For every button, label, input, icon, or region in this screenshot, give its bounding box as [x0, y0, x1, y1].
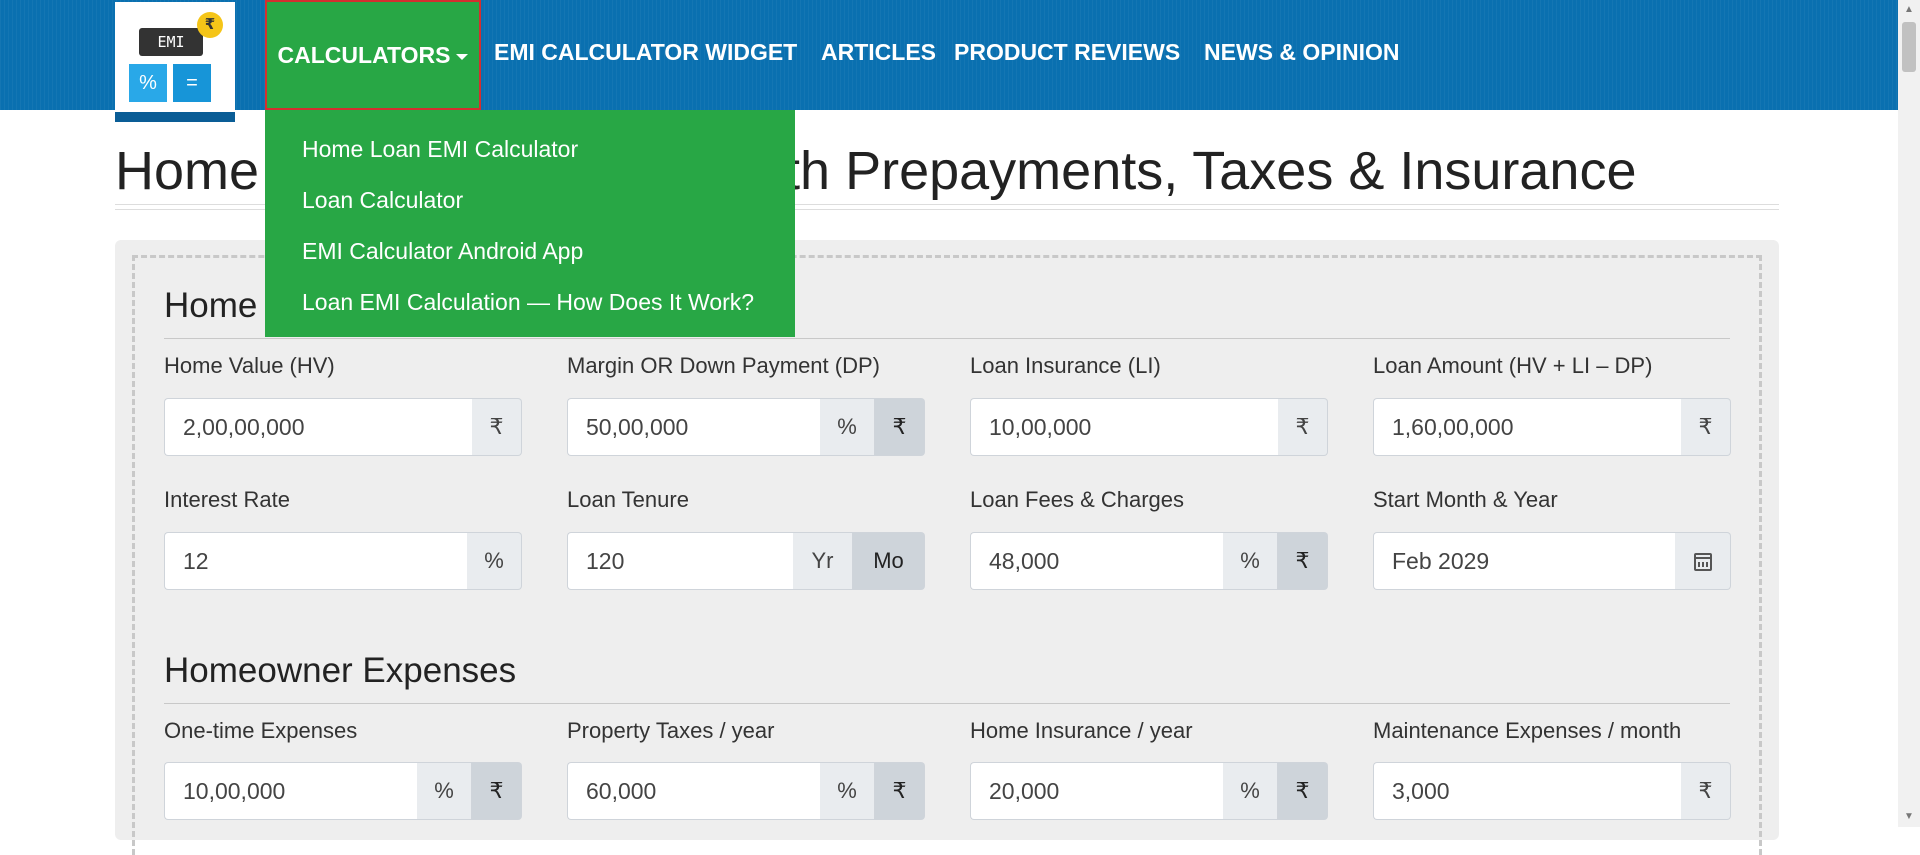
- page-title-start: Home: [115, 141, 260, 201]
- section-divider: [164, 703, 1730, 704]
- section-title-home-loan: Home: [164, 286, 258, 325]
- down-payment-input[interactable]: [567, 398, 820, 456]
- caret-down-icon: [456, 53, 469, 60]
- loan-insurance-label: Loan Insurance (LI): [970, 353, 1161, 378]
- nav-calculators-label: CALCULATORS: [277, 42, 451, 68]
- one-time-expenses-input[interactable]: [164, 762, 417, 820]
- loan-amount-group: ₹: [1373, 398, 1731, 456]
- section-divider: [164, 338, 1730, 339]
- down-payment-rupee-toggle[interactable]: ₹: [875, 398, 925, 456]
- home-insurance-percent-toggle[interactable]: %: [1223, 762, 1278, 820]
- calculators-dropdown-menu: Home Loan EMI Calculator Loan Calculator…: [265, 110, 795, 337]
- logo-screen: EMI: [139, 28, 203, 56]
- nav-news-opinion[interactable]: NEWS & OPINION: [1204, 0, 1400, 110]
- rupee-addon: ₹: [472, 398, 522, 456]
- loan-fees-percent-toggle[interactable]: %: [1223, 532, 1278, 590]
- interest-rate-group: %: [164, 532, 522, 590]
- property-taxes-percent-toggle[interactable]: %: [820, 762, 875, 820]
- interest-rate-input[interactable]: [164, 532, 467, 590]
- dropdown-item-loan-emi-calculation-how[interactable]: Loan EMI Calculation — How Does It Work?: [265, 277, 795, 328]
- percent-key-icon: %: [129, 64, 167, 102]
- equals-key-icon: =: [173, 64, 211, 102]
- rupee-addon: ₹: [1681, 398, 1731, 456]
- property-taxes-group: % ₹: [567, 762, 925, 820]
- home-value-input[interactable]: [164, 398, 472, 456]
- loan-amount-input[interactable]: [1373, 398, 1681, 456]
- loan-insurance-input[interactable]: [970, 398, 1278, 456]
- home-value-group: ₹: [164, 398, 522, 456]
- section-title-homeowner-expenses: Homeowner Expenses: [164, 651, 517, 690]
- scroll-up-arrow-icon[interactable]: ▲: [1898, 2, 1920, 18]
- property-taxes-label: Property Taxes / year: [567, 718, 775, 743]
- maintenance-expenses-label: Maintenance Expenses / month: [1373, 718, 1682, 743]
- rupee-addon: ₹: [1278, 398, 1328, 456]
- vertical-scrollbar[interactable]: ▲ ▼: [1898, 0, 1920, 827]
- start-month-input[interactable]: [1373, 532, 1675, 590]
- down-payment-label: Margin OR Down Payment (DP): [567, 353, 880, 378]
- nav-product-reviews[interactable]: PRODUCT REVIEWS: [954, 0, 1180, 110]
- home-insurance-input[interactable]: [970, 762, 1223, 820]
- start-month-label: Start Month & Year: [1373, 487, 1558, 512]
- scroll-down-arrow-icon[interactable]: ▼: [1898, 809, 1920, 825]
- dropdown-item-emi-calculator-android-app[interactable]: EMI Calculator Android App: [265, 226, 795, 277]
- one-time-expenses-label: One-time Expenses: [164, 718, 358, 743]
- tenure-years-toggle[interactable]: Yr: [793, 532, 853, 590]
- home-insurance-label: Home Insurance / year: [970, 718, 1193, 743]
- property-taxes-rupee-toggle[interactable]: ₹: [875, 762, 925, 820]
- tenure-months-toggle[interactable]: Mo: [853, 532, 925, 590]
- nav-calculators[interactable]: CALCULATORS: [265, 0, 481, 110]
- dropdown-item-loan-calculator[interactable]: Loan Calculator: [265, 175, 795, 226]
- loan-insurance-group: ₹: [970, 398, 1328, 456]
- one-time-rupee-toggle[interactable]: ₹: [472, 762, 522, 820]
- rupee-addon: ₹: [1681, 762, 1731, 820]
- home-insurance-rupee-toggle[interactable]: ₹: [1278, 762, 1328, 820]
- loan-amount-label: Loan Amount (HV + LI – DP): [1373, 353, 1653, 378]
- home-insurance-group: % ₹: [970, 762, 1328, 820]
- one-time-percent-toggle[interactable]: %: [417, 762, 472, 820]
- loan-tenure-group: Yr Mo: [567, 532, 925, 590]
- interest-rate-label: Interest Rate: [164, 487, 290, 512]
- page-title-end: with Prepayments, Taxes & Insurance: [734, 141, 1637, 201]
- dropdown-item-home-loan-emi-calculator[interactable]: Home Loan EMI Calculator: [265, 124, 795, 175]
- loan-tenure-input[interactable]: [567, 532, 793, 590]
- maintenance-expenses-input[interactable]: [1373, 762, 1681, 820]
- nav-articles[interactable]: ARTICLES: [821, 0, 936, 110]
- maintenance-expenses-group: ₹: [1373, 762, 1731, 820]
- site-logo[interactable]: EMI ₹ % =: [115, 2, 235, 122]
- down-payment-group: % ₹: [567, 398, 925, 456]
- home-value-label: Home Value (HV): [164, 353, 335, 378]
- percent-addon: %: [467, 532, 522, 590]
- scrollbar-thumb[interactable]: [1902, 22, 1916, 72]
- one-time-expenses-group: % ₹: [164, 762, 522, 820]
- loan-fees-group: % ₹: [970, 532, 1328, 590]
- loan-fees-label: Loan Fees & Charges: [970, 487, 1185, 512]
- loan-tenure-label: Loan Tenure: [567, 487, 689, 512]
- property-taxes-input[interactable]: [567, 762, 820, 820]
- loan-fees-input[interactable]: [970, 532, 1223, 590]
- rupee-coin-icon: ₹: [197, 12, 223, 38]
- calendar-button[interactable]: [1675, 532, 1731, 590]
- loan-fees-rupee-toggle[interactable]: ₹: [1278, 532, 1328, 590]
- nav-emi-calculator-widget[interactable]: EMI CALCULATOR WIDGET: [494, 0, 797, 110]
- calendar-icon: [1693, 553, 1712, 572]
- start-month-group: [1373, 532, 1731, 590]
- down-payment-percent-toggle[interactable]: %: [820, 398, 875, 456]
